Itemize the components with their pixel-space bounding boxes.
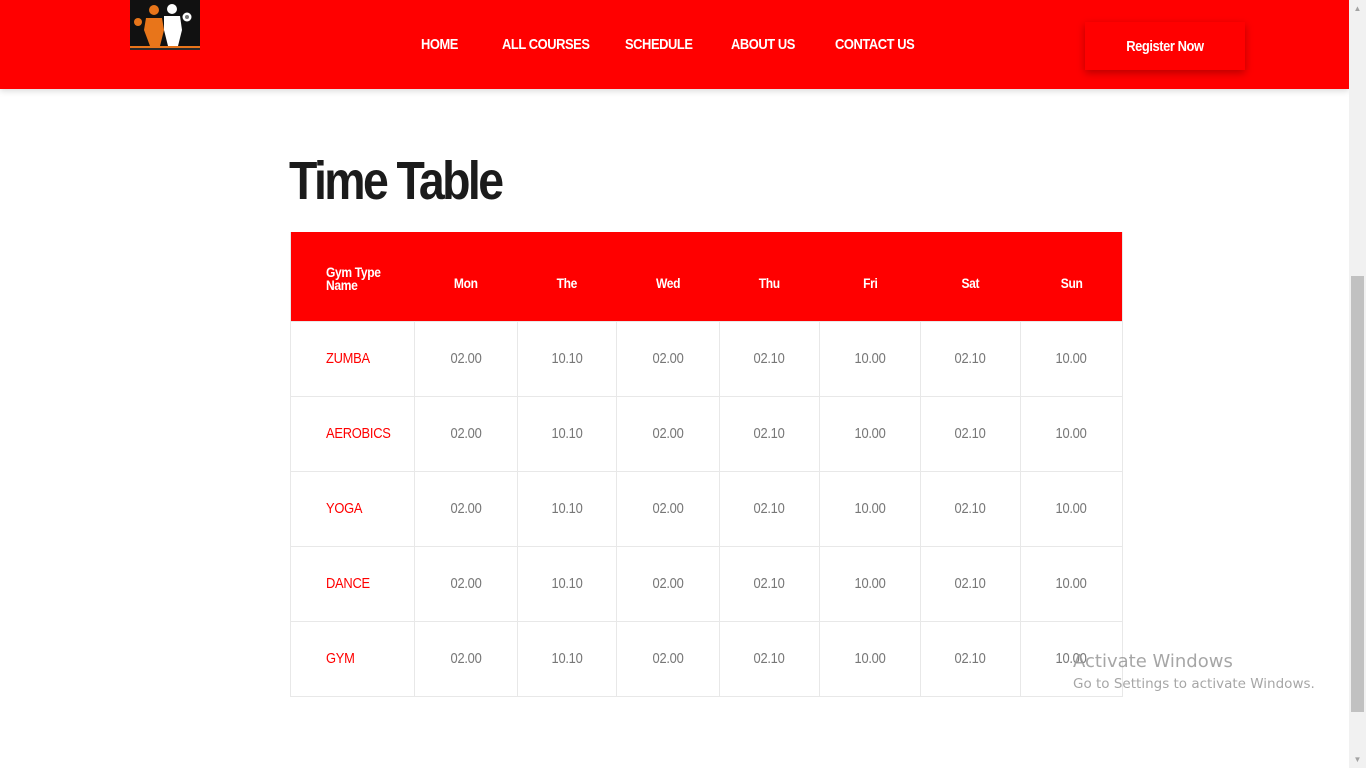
time-cell: 10.10 <box>517 470 617 547</box>
page-title: Time Table <box>289 151 504 211</box>
time-cell: 02.10 <box>920 395 1021 472</box>
main-nav: HOME ALL COURSES SCHEDULE ABOUT US CONTA… <box>421 36 935 53</box>
time-cell: 10.10 <box>517 545 617 622</box>
gym-type-name[interactable]: YOGA <box>290 470 415 547</box>
table-row: AEROBICS 02.00 10.10 02.00 02.10 10.00 0… <box>290 395 1123 472</box>
column-header-line2: Name <box>326 277 358 294</box>
windows-activation-watermark: Activate Windows Go to Settings to activ… <box>1073 651 1315 692</box>
column-header-day: Thu <box>719 232 820 321</box>
time-cell: 02.00 <box>414 620 518 697</box>
register-now-label: Register Now <box>1126 37 1204 55</box>
time-cell: 02.00 <box>414 395 518 472</box>
table-row: GYM 02.00 10.10 02.00 02.10 10.00 02.10 … <box>290 620 1123 697</box>
time-cell: 10.00 <box>1020 395 1123 472</box>
time-cell: 02.10 <box>719 545 820 622</box>
time-cell: 10.00 <box>819 545 921 622</box>
time-cell: 02.10 <box>920 470 1021 547</box>
time-cell: 02.00 <box>616 545 720 622</box>
column-header-day: The <box>517 232 617 321</box>
gym-type-name[interactable]: ZUMBA <box>290 320 415 397</box>
time-cell: 02.00 <box>414 320 518 397</box>
time-cell: 02.10 <box>719 395 820 472</box>
timetable-header-row: Gym Type Name Mon The Wed Thu Fri Sat Sun <box>290 232 1123 321</box>
column-header-day: Wed <box>616 232 720 321</box>
watermark-subtitle: Go to Settings to activate Windows. <box>1073 676 1315 692</box>
time-cell: 02.00 <box>414 470 518 547</box>
time-cell: 10.00 <box>1020 320 1123 397</box>
table-row: ZUMBA 02.00 10.10 02.00 02.10 10.00 02.1… <box>290 320 1123 397</box>
time-cell: 10.00 <box>819 395 921 472</box>
scroll-down-arrow-icon[interactable]: ▼ <box>1349 751 1366 768</box>
time-cell: 10.00 <box>819 320 921 397</box>
time-cell: 02.10 <box>719 620 820 697</box>
time-cell: 10.10 <box>517 395 617 472</box>
time-cell: 02.00 <box>616 320 720 397</box>
time-cell: 10.00 <box>1020 545 1123 622</box>
site-header: HOME ALL COURSES SCHEDULE ABOUT US CONTA… <box>0 0 1349 89</box>
nav-schedule[interactable]: SCHEDULE <box>625 36 716 53</box>
timetable: Gym Type Name Mon The Wed Thu Fri Sat Sun… <box>290 232 1123 697</box>
nav-about-us[interactable]: ABOUT US <box>731 36 820 53</box>
table-row: YOGA 02.00 10.10 02.00 02.10 10.00 02.10… <box>290 470 1123 547</box>
nav-contact-us[interactable]: CONTACT US <box>835 36 921 53</box>
time-cell: 02.00 <box>414 545 518 622</box>
time-cell: 02.10 <box>920 320 1021 397</box>
time-cell: 10.10 <box>517 320 617 397</box>
nav-all-courses[interactable]: ALL COURSES <box>502 36 608 53</box>
gym-type-name[interactable]: DANCE <box>290 545 415 622</box>
column-header-day: Fri <box>819 232 921 321</box>
time-cell: 02.10 <box>920 545 1021 622</box>
time-cell: 02.10 <box>719 320 820 397</box>
vertical-scrollbar[interactable]: ▲ ▼ <box>1349 0 1366 768</box>
scroll-up-arrow-icon[interactable]: ▲ <box>1349 0 1366 17</box>
time-cell: 02.00 <box>616 470 720 547</box>
scroll-thumb[interactable] <box>1351 276 1364 712</box>
time-cell: 10.00 <box>1020 470 1123 547</box>
time-cell: 10.10 <box>517 620 617 697</box>
time-cell: 02.00 <box>616 620 720 697</box>
gym-type-name[interactable]: GYM <box>290 620 415 697</box>
column-header-day: Mon <box>414 232 518 321</box>
table-row: DANCE 02.00 10.10 02.00 02.10 10.00 02.1… <box>290 545 1123 622</box>
time-cell: 02.00 <box>616 395 720 472</box>
nav-home[interactable]: HOME <box>421 36 491 53</box>
watermark-title: Activate Windows <box>1073 651 1233 672</box>
column-header-gym-type: Gym Type Name <box>290 232 415 321</box>
gym-logo-icon[interactable] <box>130 0 200 50</box>
column-header-day: Sun <box>1020 232 1123 321</box>
gym-type-name[interactable]: AEROBICS <box>290 395 415 472</box>
register-now-button[interactable]: Register Now <box>1085 22 1245 70</box>
time-cell: 02.10 <box>920 620 1021 697</box>
time-cell: 10.00 <box>819 470 921 547</box>
column-header-day: Sat <box>920 232 1021 321</box>
time-cell: 10.00 <box>819 620 921 697</box>
time-cell: 02.10 <box>719 470 820 547</box>
